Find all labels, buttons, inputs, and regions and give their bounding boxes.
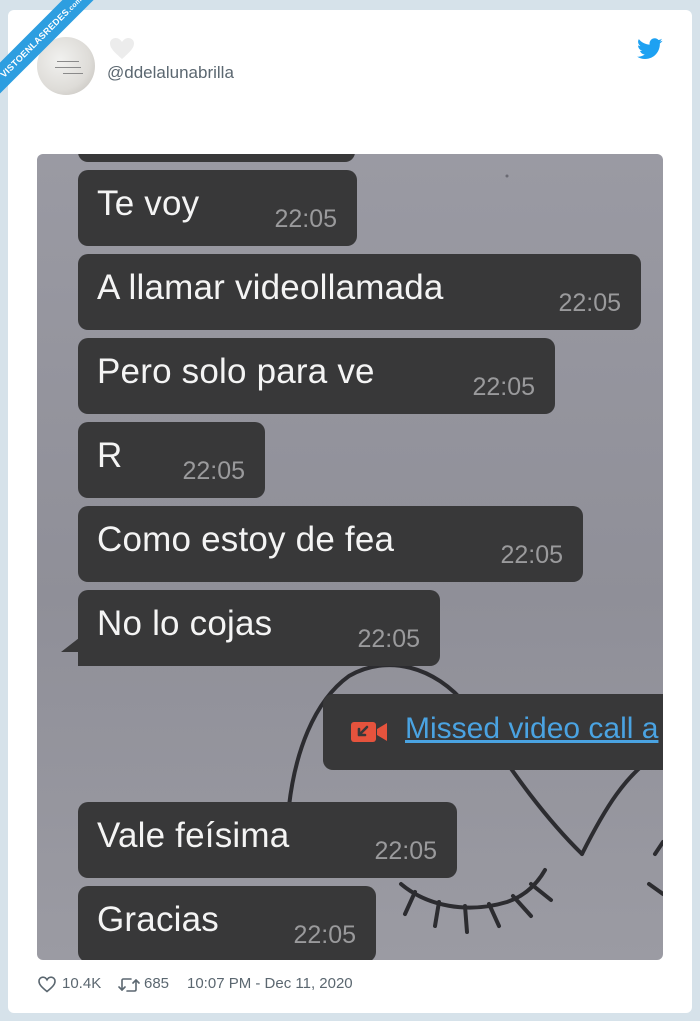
message-time: 22:05 [357,625,420,653]
watermark-text: VISTOENLASREDES.com [0,0,102,98]
watermark-ribbon: VISTOENLASREDES.com [0,0,110,110]
message-text: Gracias [97,900,219,939]
bubble-tail [61,638,79,652]
missed-video-call-icon [351,722,387,742]
heart-icon [110,38,134,59]
chat-screenshot: Te voy 22:05 A llamar videollamada 22:05… [37,154,663,960]
message-time: 22:05 [472,373,535,401]
missed-video-call-link[interactable]: Missed video call a [405,712,658,746]
message-text: Pero solo para ve [97,352,375,391]
retweet-count: 685 [144,975,170,992]
message-text: Vale feísima [97,816,290,855]
message-time: 22:05 [274,205,337,233]
chat-bubble: Gracias 22:05 [78,886,376,960]
retweet-icon[interactable] [118,977,140,993]
like-icon[interactable] [38,976,56,993]
chat-bubble: Como estoy de fea 22:05 [78,506,583,582]
message-time: 22:05 [293,921,356,949]
message-time: 22:05 [558,289,621,317]
chat-bubble: A llamar videollamada 22:05 [78,254,641,330]
message-time: 22:05 [182,457,245,485]
chat-bubble: Pero solo para ve 22:05 [78,338,555,414]
message-text: Como estoy de fea [97,520,395,559]
tweet-timestamp[interactable]: 10:07 PM - Dec 11, 2020 [187,975,353,992]
user-handle[interactable]: @ddelalunabrilla [107,63,234,83]
message-text: A llamar videollamada [97,268,444,307]
chat-bubble: No lo cojas 22:05 [78,590,440,666]
missed-video-call-bubble[interactable]: Missed video call a [323,694,663,770]
twitter-bird-icon[interactable] [637,38,663,60]
chat-bubble: Te voy 22:05 [78,170,357,246]
chat-bubble-partial [78,154,355,162]
like-count: 10.4K [62,975,102,992]
message-text: Te voy [97,184,200,223]
chat-bubble: Vale feísima 22:05 [78,802,457,878]
message-text: R [97,436,123,475]
message-time: 22:05 [374,837,437,865]
message-text: No lo cojas [97,604,273,643]
message-time: 22:05 [500,541,563,569]
chat-bubble: R 22:05 [78,422,265,498]
